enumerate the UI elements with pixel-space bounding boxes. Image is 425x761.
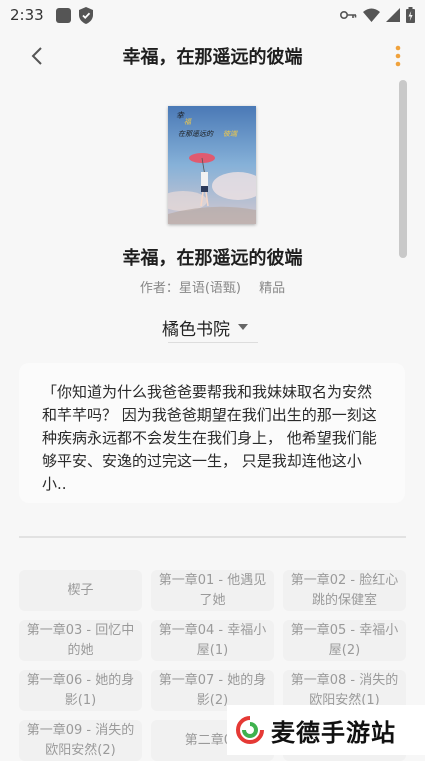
author-name: 星语(语甄) bbox=[178, 281, 241, 296]
chapter-item[interactable]: 第一章05 - 幸福小屋(2) bbox=[283, 620, 406, 661]
chapter-item[interactable]: 楔子 bbox=[19, 570, 142, 611]
book-tag: 精品 bbox=[259, 281, 286, 296]
watermark-text: 麦德手游站 bbox=[271, 718, 396, 747]
status-icons bbox=[340, 7, 415, 23]
divider bbox=[19, 536, 406, 538]
book-title: 幸福，在那遥远的彼端 bbox=[122, 248, 303, 269]
signal-icon bbox=[386, 8, 400, 22]
scrollbar[interactable] bbox=[399, 80, 407, 258]
book-meta: 作者：星语(语甄) 精品 bbox=[0, 277, 425, 296]
chapter-item[interactable]: 第一章03 - 回忆中的她 bbox=[19, 620, 142, 661]
chapter-item[interactable]: 第一章06 - 她的身影(1) bbox=[19, 670, 142, 711]
toolbar: 幸福，在那遥远的彼端 bbox=[0, 32, 425, 78]
book-cover[interactable]: 幸 福 在那遥远的 彼端 bbox=[168, 106, 256, 224]
author-label: 作者： bbox=[139, 281, 179, 296]
key-icon bbox=[340, 11, 357, 19]
chapter-item[interactable]: 第一章02 - 脸红心跳的保健室 bbox=[283, 570, 406, 611]
source-label: 橘色书院 bbox=[162, 319, 230, 340]
svg-text:福: 福 bbox=[184, 118, 192, 126]
watermark-logo-icon bbox=[236, 716, 264, 744]
description-card[interactable]: 「你知道为什么我爸爸要帮我和我妹妹取名为安然和芊芊吗？ 因为我爸爸期望在我们出生… bbox=[19, 363, 405, 503]
svg-text:在那遥远的: 在那遥远的 bbox=[178, 130, 214, 138]
book-description: 「你知道为什么我爸爸要帮我和我妹妹取名为安然和芊芊吗？ 因为我爸爸期望在我们出生… bbox=[42, 383, 377, 493]
watermark: 麦德手游站 bbox=[227, 705, 425, 755]
page-title: 幸福，在那遥远的彼端 bbox=[122, 47, 303, 68]
chapter-item[interactable]: 第一章04 - 幸福小屋(1) bbox=[151, 620, 274, 661]
shield-icon bbox=[78, 6, 93, 24]
media-icon bbox=[55, 7, 71, 23]
wifi-icon bbox=[363, 8, 380, 22]
status-time: 2:33 bbox=[10, 6, 44, 24]
status-bar: 2:33 bbox=[0, 0, 425, 30]
chapter-item[interactable]: 第一章01 - 他遇见了她 bbox=[151, 570, 274, 611]
source-selector[interactable]: 橘色书院 bbox=[162, 312, 258, 343]
svg-text:彼端: 彼端 bbox=[223, 130, 238, 138]
dropdown-arrow-icon bbox=[238, 324, 248, 330]
battery-icon bbox=[406, 7, 415, 23]
more-vert-icon[interactable] bbox=[391, 42, 405, 70]
cover-illustration: 幸 福 在那遥远的 彼端 bbox=[168, 106, 256, 224]
